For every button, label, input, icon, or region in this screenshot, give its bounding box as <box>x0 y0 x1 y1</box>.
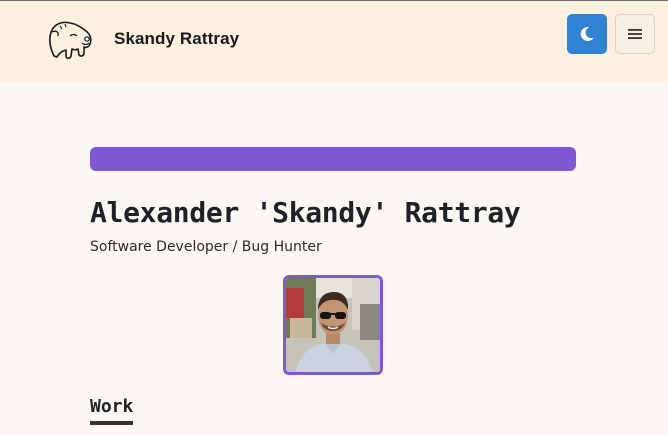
avatar <box>283 275 383 375</box>
dinosaur-logo-icon <box>49 21 92 60</box>
site-header: Skandy Rattray <box>0 1 668 82</box>
section-title-work: Work <box>90 396 134 425</box>
profile-photo <box>286 278 380 372</box>
site-title[interactable]: Skandy Rattray <box>114 29 239 49</box>
menu-button[interactable] <box>615 14 655 54</box>
page-title: Alexander 'Skandy' Rattray <box>90 196 521 229</box>
hamburger-menu-icon <box>628 29 642 39</box>
accent-banner <box>90 147 576 171</box>
subtitle: Software Developer / Bug Hunter <box>90 239 322 255</box>
site-logo-link[interactable] <box>44 18 96 64</box>
moon-icon <box>580 26 594 41</box>
theme-toggle-button[interactable] <box>567 14 607 54</box>
